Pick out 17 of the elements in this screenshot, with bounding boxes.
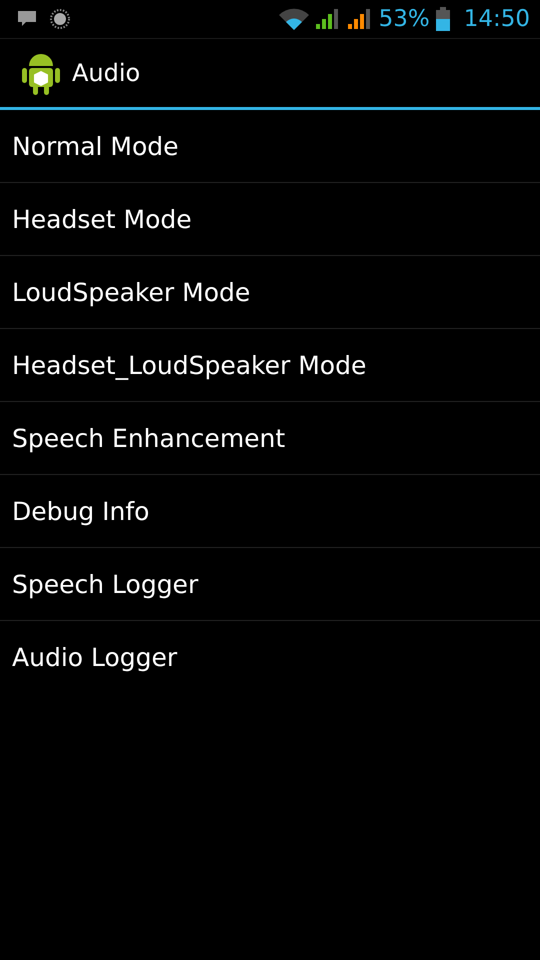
signal-icon <box>346 7 373 31</box>
menu-item[interactable]: LoudSpeaker Mode <box>0 256 540 329</box>
menu-item[interactable]: Headset_LoudSpeaker Mode <box>0 329 540 402</box>
wifi-icon <box>278 8 309 30</box>
menu-item[interactable]: Debug Info <box>0 475 540 548</box>
sun-icon <box>50 9 70 29</box>
menu-item[interactable]: Speech Enhancement <box>0 402 540 475</box>
menu-item[interactable]: Speech Logger <box>0 548 540 621</box>
menu-item[interactable]: Audio Logger <box>0 621 540 693</box>
message-icon <box>18 11 36 27</box>
menu-item[interactable]: Normal Mode <box>0 110 540 183</box>
battery-percent: 53% <box>378 6 430 32</box>
screen-title: Audio <box>72 59 140 87</box>
battery-icon <box>436 7 450 31</box>
signal-icon <box>314 7 341 31</box>
clock: 14:50 <box>464 6 530 32</box>
menu-item[interactable]: Headset Mode <box>0 183 540 256</box>
